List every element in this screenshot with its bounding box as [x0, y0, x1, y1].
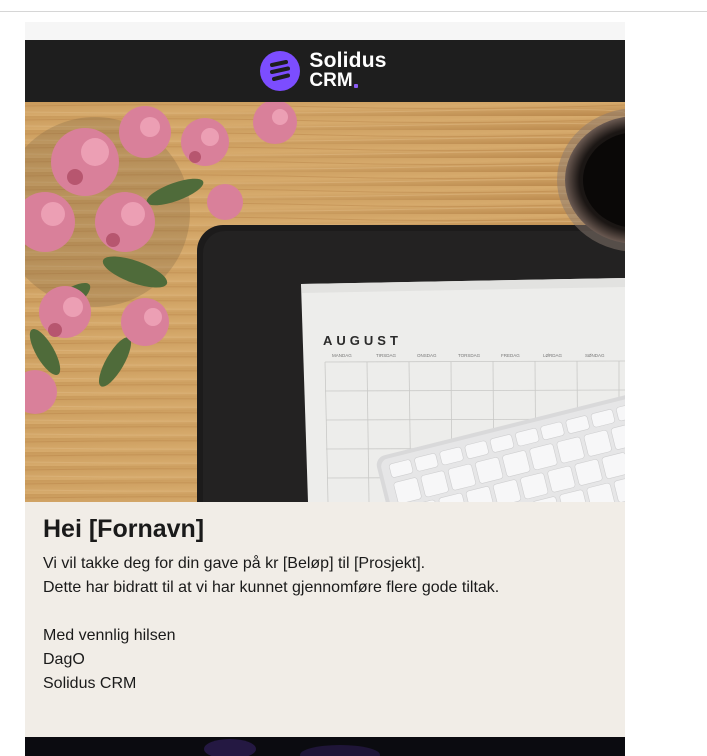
email-header: Solidus CRM	[25, 40, 625, 102]
brand-name-line1: Solidus	[309, 49, 387, 72]
brand-dot	[353, 84, 358, 88]
greeting-heading: Hei [Fornavn]	[43, 515, 205, 543]
hero-image: AUGUST MANDAG TIRSDAG ONSDAG TORSDAG FRE…	[25, 102, 625, 502]
message-text: Vi vil takke deg for din gave på kr [Bel…	[43, 552, 607, 696]
top-divider	[0, 11, 707, 12]
brand-logo[interactable]: Solidus CRM	[259, 50, 386, 92]
email-footer	[25, 737, 625, 756]
brand-name-line2: CRM	[309, 70, 353, 91]
weekday-label: ONSDAG	[417, 353, 437, 358]
message-line-1: Vi vil takke deg for din gave på kr [Bel…	[43, 555, 426, 572]
sender-organization: Solidus CRM	[43, 675, 137, 692]
brand-wordmark: Solidus CRM	[309, 49, 387, 91]
message-line-2: Dette har bidratt til at vi har kunnet g…	[43, 579, 500, 596]
solidus-logo-icon	[260, 51, 301, 91]
closing-text: Med vennlig hilsen	[43, 627, 176, 644]
email-preview: Solidus CRM AUGUST MANDAG TIRSDAG ONSDAG…	[25, 22, 625, 756]
weekday-label: FREDAG	[501, 353, 520, 358]
weekday-label: MANDAG	[332, 353, 352, 358]
sender-name: DagO	[43, 651, 85, 668]
calendar-month-label: AUGUST	[323, 333, 402, 348]
weekday-label: LØRDAG	[543, 353, 563, 358]
weekday-label: SØNDAG	[585, 353, 605, 358]
weekday-label: TIRSDAG	[376, 353, 397, 358]
desk-calendar-photo: AUGUST MANDAG TIRSDAG ONSDAG TORSDAG FRE…	[25, 102, 625, 502]
message-body: Hei [Fornavn] Vi vil takke deg for din g…	[25, 502, 625, 737]
weekday-label: TORSDAG	[458, 353, 481, 358]
footer-graphic	[204, 739, 380, 756]
